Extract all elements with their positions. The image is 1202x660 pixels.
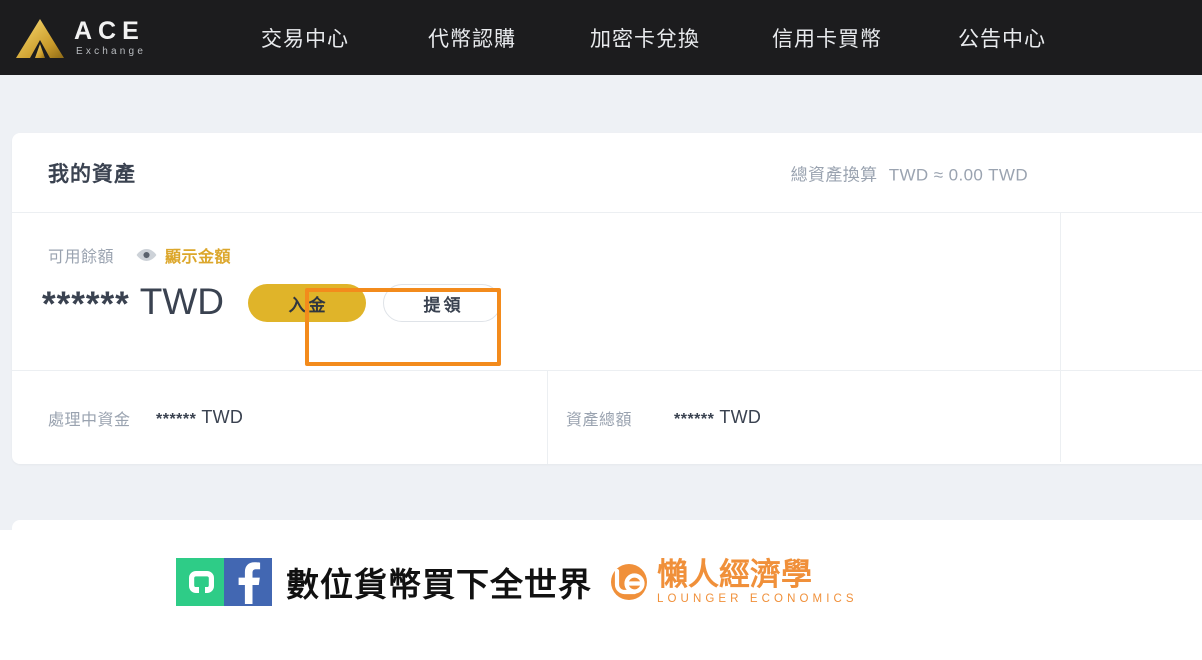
available-balance-header: 可用餘額 顯示金額 [12, 213, 1202, 267]
nav-item-token-subscription[interactable]: 代幣認購 [428, 23, 516, 53]
total-assets-value: ****** TWD [674, 407, 761, 429]
total-assets-masked: ****** [674, 410, 715, 428]
asset-detail-row: 處理中資金 ****** TWD 資產總額 ****** TWD [12, 371, 1202, 464]
pending-funds-value: ****** TWD [156, 407, 243, 429]
detail-column-divider [547, 371, 548, 464]
lounger-text: 懶人經濟學 LOUNGER ECONOMICS [657, 559, 858, 606]
lounger-mark-icon [608, 561, 650, 603]
brand-text: ACE Exchange [74, 16, 147, 57]
site-header: ACE Exchange 交易中心 代幣認購 加密卡兌換 信用卡買幣 公告中心 [0, 0, 1202, 75]
available-balance-label: 可用餘額 [48, 249, 115, 266]
main-navigation: 交易中心 代幣認購 加密卡兌換 信用卡買幣 公告中心 [207, 0, 1202, 75]
facebook-icon[interactable] [224, 558, 272, 606]
social-icons [176, 558, 272, 606]
brand-logo-group[interactable]: ACE Exchange [12, 14, 207, 62]
available-balance-section: 可用餘額 顯示金額 ****** TWD 入金 提領 [12, 213, 1202, 462]
nav-item-announcements[interactable]: 公告中心 [958, 23, 1046, 53]
ace-triangle-logo-icon [12, 14, 68, 62]
line-icon[interactable] [176, 558, 224, 606]
available-balance-masked: ****** [42, 285, 130, 324]
total-asset-conversion: 總資產換算 TWD ≈ 0.00 TWD [791, 160, 1028, 185]
eye-icon [136, 248, 157, 262]
total-assets-currency: TWD [719, 406, 762, 427]
available-balance-currency: TWD [139, 281, 224, 322]
pending-funds-cell: 處理中資金 ****** TWD [12, 406, 530, 430]
watermark-tagline: 數位貨幣買下全世界 [286, 568, 592, 604]
brand-name: ACE [74, 16, 145, 45]
card-header: 我的資產 總資產換算 TWD ≈ 0.00 TWD [12, 133, 1202, 213]
deposit-button[interactable]: 入金 [247, 284, 366, 322]
show-amount-toggle[interactable]: 顯示金額 [136, 243, 231, 267]
total-assets-label: 資產總額 [566, 411, 633, 429]
my-assets-card: 我的資產 總資產換算 TWD ≈ 0.00 TWD 可用餘額 顯示金額 ****… [12, 133, 1202, 464]
brand-subtitle: Exchange [76, 45, 147, 57]
show-amount-label: 顯示金額 [165, 249, 232, 266]
available-balance-amount: ****** TWD [42, 281, 224, 325]
page-body: 我的資產 總資產換算 TWD ≈ 0.00 TWD 可用餘額 顯示金額 ****… [0, 75, 1202, 560]
nav-item-crypto-card-exchange[interactable]: 加密卡兌換 [590, 23, 700, 53]
total-asset-conversion-label: 總資產換算 [790, 165, 878, 184]
lounger-economics-logo: 懶人經濟學 LOUNGER ECONOMICS [608, 559, 858, 606]
pending-funds-currency: TWD [201, 406, 244, 427]
nav-item-credit-card-buy[interactable]: 信用卡買幣 [772, 23, 882, 53]
lounger-english-name: LOUNGER ECONOMICS [657, 592, 858, 605]
pending-funds-masked: ****** [156, 410, 197, 428]
balance-actions: 入金 提領 [247, 284, 501, 322]
total-asset-conversion-value: TWD ≈ 0.00 TWD [888, 165, 1028, 184]
footer-watermark-area: 數位貨幣買下全世界 懶人經濟學 LOUNGER ECONOMICS [0, 530, 1202, 660]
pending-funds-label: 處理中資金 [48, 411, 131, 429]
lounger-chinese-name: 懶人經濟學 [657, 556, 812, 592]
watermark: 數位貨幣買下全世界 懶人經濟學 LOUNGER ECONOMICS [176, 558, 858, 606]
total-assets-cell: 資產總額 ****** TWD [530, 406, 1024, 430]
page-title: 我的資產 [48, 162, 136, 186]
nav-item-trading-center[interactable]: 交易中心 [261, 23, 349, 53]
available-balance-amount-row: ****** TWD 入金 提領 [12, 281, 1202, 366]
withdraw-button[interactable]: 提領 [382, 284, 501, 322]
